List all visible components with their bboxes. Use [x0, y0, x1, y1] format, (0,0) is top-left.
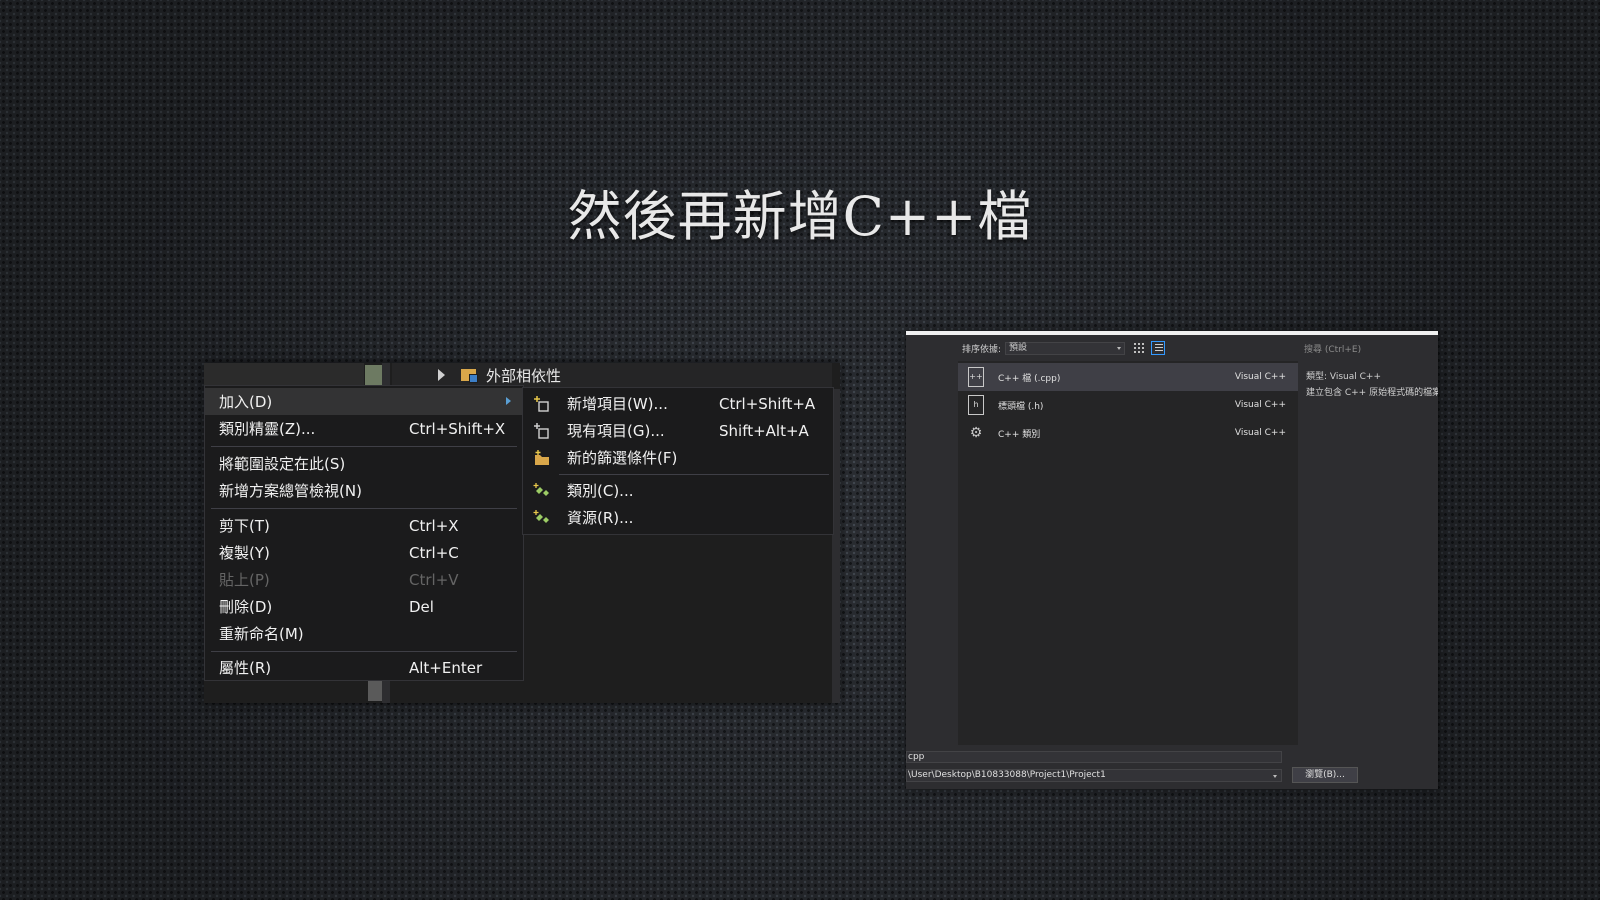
menu-item-copy[interactable]: 複製(Y) Ctrl+C	[205, 539, 523, 566]
template-name: 標頭檔 (.h)	[998, 401, 1044, 412]
template-list: ++ C++ 檔 (.cpp) Visual C++ h 標頭檔 (.h) Vi…	[958, 361, 1298, 745]
add-submenu: 新增項目(W)... Ctrl+Shift+A 現有項目(G)... Shift…	[522, 387, 834, 535]
grid-view-icon[interactable]	[1133, 342, 1146, 354]
context-menu-screenshot: 外部相依性 加入(D) 類別精靈(Z)... Ctrl+Shift+X 將範圍設…	[204, 363, 840, 703]
menu-item-label: 類別精靈(Z)...	[219, 420, 316, 438]
template-item-cpp-class[interactable]: ⚙ C++ 類別 Visual C++	[958, 419, 1298, 447]
context-menu: 加入(D) 類別精靈(Z)... Ctrl+Shift+X 將範圍設定在此(S)…	[204, 385, 524, 681]
submenu-item-class[interactable]: 類別(C)...	[523, 477, 833, 504]
submenu-item-existing-item[interactable]: 現有項目(G)... Shift+Alt+A	[523, 417, 833, 444]
submenu-item-label: 新的篩選條件(F)	[567, 449, 678, 467]
menu-item-rename[interactable]: 重新命名(M)	[205, 620, 523, 647]
class-icon	[533, 483, 549, 496]
submenu-item-label: 現有項目(G)...	[567, 422, 665, 440]
menu-item-label: 加入(D)	[219, 393, 273, 411]
existing-item-icon	[534, 423, 549, 439]
submenu-arrow-icon	[506, 397, 511, 405]
dialog-bottom: cpp \User\Desktop\B10833088\Project1\Pro…	[906, 745, 1438, 789]
location-value: \User\Desktop\B10833088\Project1\Project…	[908, 770, 1106, 780]
sort-dropdown[interactable]: 預設	[1005, 341, 1126, 355]
add-new-item-dialog-screenshot: 排序依據: 預設 搜尋 (Ctrl+E) ++ C++ 檔 (.cpp) Vis…	[906, 331, 1438, 789]
header-file-icon: h	[968, 395, 984, 415]
folder-icon	[461, 369, 478, 383]
scrollbar-thumb[interactable]	[365, 365, 382, 387]
menu-item-class-wizard[interactable]: 類別精靈(Z)... Ctrl+Shift+X	[205, 415, 523, 442]
menu-item-paste: 貼上(P) Ctrl+V	[205, 566, 523, 593]
template-type: Visual C++	[1234, 400, 1286, 410]
menu-item-shortcut: Ctrl+X	[409, 516, 459, 535]
menu-item-delete[interactable]: 刪除(D) Del	[205, 593, 523, 620]
submenu-separator	[559, 474, 829, 475]
menu-item-label: 新增方案總管檢視(N)	[219, 482, 362, 500]
expand-arrow-icon[interactable]	[438, 369, 445, 381]
menu-item-label: 複製(Y)	[219, 544, 270, 562]
menu-item-label: 屬性(R)	[219, 659, 272, 677]
template-item-header-file[interactable]: h 標頭檔 (.h) Visual C++	[958, 391, 1298, 419]
menu-item-add[interactable]: 加入(D)	[205, 388, 523, 415]
search-input[interactable]: 搜尋 (Ctrl+E)	[1298, 335, 1438, 361]
menu-item-shortcut: Del	[409, 597, 434, 616]
menu-separator	[211, 651, 517, 652]
category-pane	[906, 335, 958, 745]
menu-item-shortcut: Ctrl+C	[409, 543, 459, 562]
submenu-item-shortcut: Ctrl+Shift+A	[719, 394, 816, 413]
chevron-down-icon	[1117, 346, 1122, 350]
menu-item-label: 刪除(D)	[219, 598, 273, 616]
list-view-icon[interactable]	[1151, 341, 1166, 355]
submenu-item-new-filter[interactable]: 新的篩選條件(F)	[523, 444, 833, 471]
chevron-down-icon	[1273, 775, 1277, 778]
tree-item-label: 外部相依性	[486, 366, 562, 385]
submenu-item-label: 新增項目(W)...	[567, 395, 668, 413]
template-type: Visual C++	[1234, 428, 1286, 438]
sort-dropdown-value: 預設	[1009, 342, 1028, 353]
location-field[interactable]: \User\Desktop\B10833088\Project1\Project…	[906, 769, 1282, 782]
new-item-icon	[534, 396, 549, 412]
sort-bar: 排序依據: 預設	[958, 335, 1298, 361]
submenu-item-new-item[interactable]: 新增項目(W)... Ctrl+Shift+A	[523, 390, 833, 417]
name-field[interactable]: cpp	[906, 751, 1282, 763]
template-name: C++ 類別	[998, 429, 1041, 440]
menu-separator	[211, 446, 517, 447]
sort-label: 排序依據:	[962, 344, 1002, 355]
template-item-cpp-file[interactable]: ++ C++ 檔 (.cpp) Visual C++	[958, 363, 1298, 391]
details-description: 建立包含 C++ 原始程式碼的檔案	[1306, 388, 1438, 398]
menu-item-properties[interactable]: 屬性(R) Alt+Enter	[205, 654, 523, 681]
menu-item-shortcut: Ctrl+Shift+X	[409, 419, 506, 438]
menu-item-label: 剪下(T)	[219, 517, 270, 535]
slide-title: 然後再新增C++檔	[567, 185, 1033, 248]
new-filter-icon	[535, 450, 549, 465]
class-icon: ⚙	[969, 425, 983, 441]
menu-item-scope-to-this[interactable]: 將範圍設定在此(S)	[205, 450, 523, 477]
cpp-file-icon: ++	[968, 367, 984, 387]
menu-separator	[211, 508, 517, 509]
template-type: Visual C++	[1234, 372, 1286, 382]
template-name: C++ 檔 (.cpp)	[998, 373, 1061, 384]
menu-item-cut[interactable]: 剪下(T) Ctrl+X	[205, 512, 523, 539]
menu-item-label: 貼上(P)	[219, 571, 270, 589]
submenu-item-label: 類別(C)...	[567, 482, 634, 500]
submenu-item-label: 資源(R)...	[567, 509, 634, 527]
menu-item-new-explorer-view[interactable]: 新增方案總管檢視(N)	[205, 477, 523, 504]
submenu-item-shortcut: Shift+Alt+A	[719, 421, 809, 440]
submenu-item-resource[interactable]: 資源(R)...	[523, 504, 833, 531]
menu-item-label: 重新命名(M)	[219, 625, 304, 643]
details-pane: 類型: Visual C++ 建立包含 C++ 原始程式碼的檔案	[1298, 361, 1438, 745]
menu-item-shortcut: Alt+Enter	[409, 658, 483, 677]
resource-icon	[533, 510, 549, 523]
menu-item-label: 將範圍設定在此(S)	[219, 455, 346, 473]
tree-item-external-deps[interactable]: 外部相依性	[392, 363, 832, 387]
browse-button[interactable]: 瀏覽(B)...	[1292, 767, 1358, 783]
details-type: 類型: Visual C++	[1306, 372, 1381, 382]
menu-item-shortcut: Ctrl+V	[409, 570, 459, 589]
